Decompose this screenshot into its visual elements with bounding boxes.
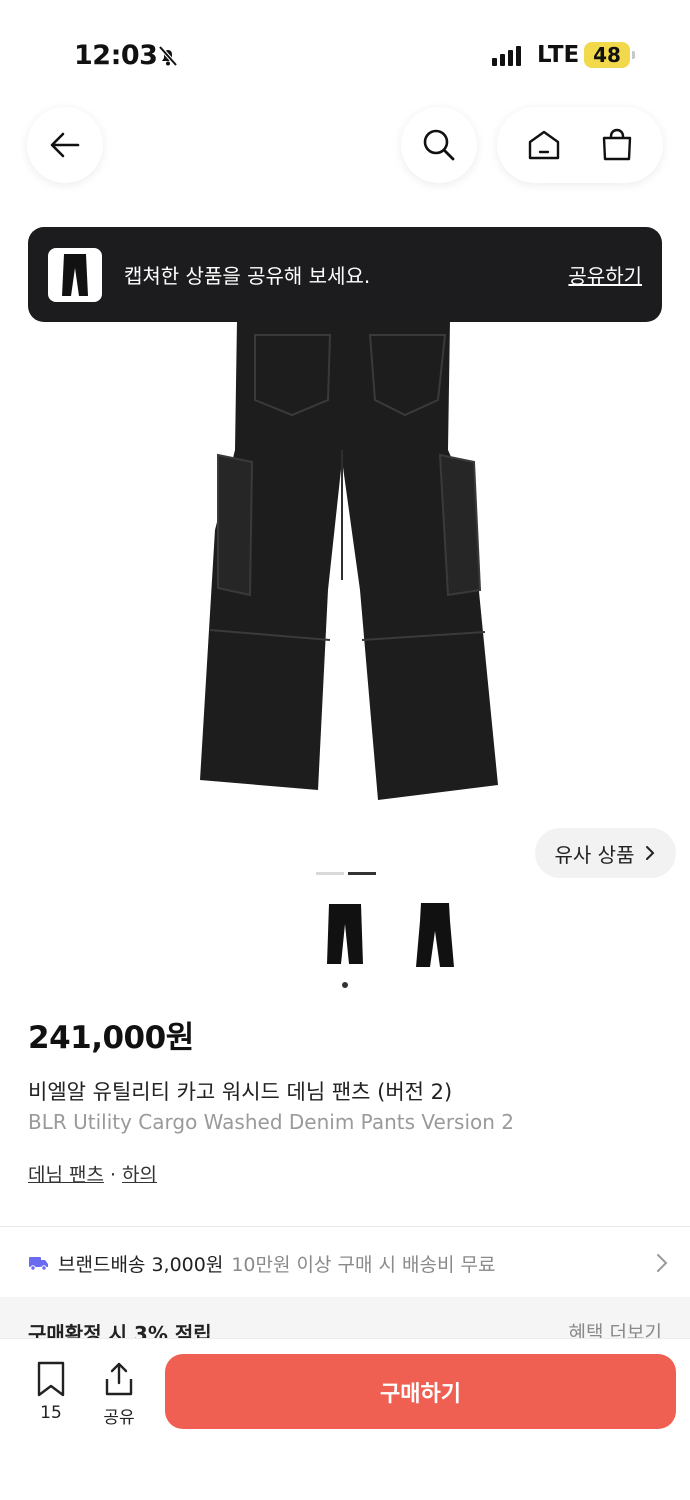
shipping-free-condition: 10만원 이상 구매 시 배송비 무료	[231, 1253, 496, 1276]
category-breadcrumb: 데님 팬츠 · 하의	[28, 1160, 157, 1187]
gallery-page-indicator	[316, 872, 376, 875]
bookmark-button[interactable]: 15	[26, 1361, 76, 1423]
search-icon	[423, 129, 455, 161]
home-icon	[528, 130, 559, 160]
category-link-bottoms[interactable]: 하의	[122, 1164, 157, 1186]
shopping-bag-icon	[602, 128, 631, 161]
share-button[interactable]: 공유	[94, 1361, 144, 1428]
shipping-row[interactable]: 브랜드배송 3,000원 10만원 이상 구매 시 배송비 무료	[28, 1240, 668, 1286]
category-separator: ·	[109, 1164, 117, 1186]
bell-slash-icon	[158, 45, 178, 67]
status-bar: 12:03 LTE 48	[0, 0, 690, 110]
battery-indicator: 48	[584, 42, 635, 68]
search-button[interactable]	[401, 107, 477, 183]
similar-products-button[interactable]: 유사 상품	[535, 828, 676, 878]
arrow-left-icon	[50, 132, 80, 158]
page-indicator-2	[348, 872, 376, 875]
bookmark-icon	[37, 1361, 65, 1397]
signal-icon	[492, 46, 521, 66]
pants-front-thumbnail	[327, 904, 363, 964]
product-name-en: BLR Utility Cargo Washed Denim Pants Ver…	[28, 1110, 515, 1134]
status-time: 12:03	[74, 40, 158, 71]
thumbnail-selected-dot	[342, 982, 348, 988]
chevron-right-icon	[657, 1254, 668, 1272]
nav-group	[497, 107, 663, 183]
product-price: 241,000원	[28, 1020, 194, 1056]
truck-icon	[29, 1257, 48, 1271]
cart-button[interactable]	[592, 120, 642, 170]
pants-thumbnail-icon	[62, 253, 88, 296]
toast-thumbnail	[48, 247, 102, 302]
shipping-fee: 브랜드배송 3,000원	[58, 1253, 224, 1276]
thumbnail-front[interactable]	[310, 895, 380, 975]
page-indicator-1	[316, 872, 344, 875]
toast-share-link[interactable]: 공유하기	[568, 260, 642, 289]
home-button[interactable]	[519, 120, 569, 170]
network-label: LTE	[537, 42, 580, 68]
bottom-action-bar: 15 공유 구매하기	[0, 1338, 690, 1500]
buy-button[interactable]: 구매하기	[165, 1354, 676, 1429]
thumbnail-strip	[310, 895, 470, 975]
share-toast: 캡쳐한 상품을 공유해 보세요. 공유하기	[28, 227, 662, 322]
chevron-right-icon	[646, 846, 655, 860]
back-button[interactable]	[27, 107, 103, 183]
section-divider	[0, 1226, 690, 1227]
thumbnail-back[interactable]	[400, 895, 470, 975]
share-label: 공유	[103, 1408, 135, 1428]
product-name-ko: 비엘알 유틸리티 카고 워시드 데님 팬츠 (버전 2)	[28, 1080, 453, 1104]
toast-message: 캡쳐한 상품을 공유해 보세요.	[124, 264, 371, 288]
pants-back-thumbnail	[416, 903, 454, 967]
share-icon	[105, 1362, 133, 1396]
bookmark-count: 15	[40, 1403, 62, 1423]
category-link-denim-pants[interactable]: 데님 팬츠	[28, 1164, 104, 1186]
similar-products-label: 유사 상품	[554, 842, 635, 867]
